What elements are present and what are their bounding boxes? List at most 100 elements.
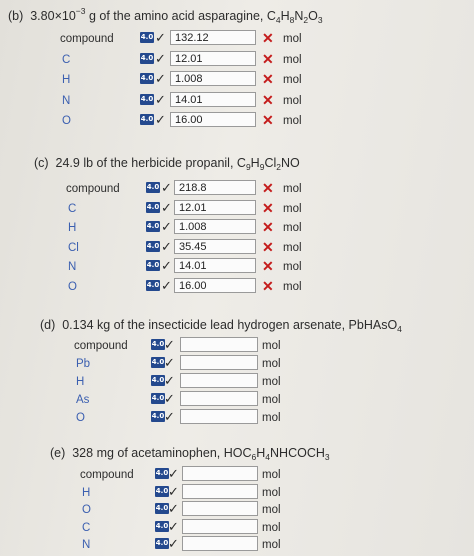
section-d-row: H 4.0 ✓ mol	[0, 373, 474, 391]
section-e-row: C 4.0 ✓ mol	[0, 518, 474, 537]
section-b-row: C 4.0 ✓ 12.01 ✕ mol	[0, 50, 474, 69]
section-d-title: (d) 0.134 kg of the insecticide lead hyd…	[40, 318, 402, 334]
check-icon: ✓	[161, 277, 172, 293]
section-e-unit-label: mol	[262, 521, 281, 534]
worksheet-page: (b) 3.80×10−3 g of the amino acid aspara…	[0, 0, 474, 556]
incorrect-icon: ✕	[262, 258, 274, 274]
section-e-description: 328 mg of acetaminophen, HOC6H4NHCOCH3	[72, 446, 330, 462]
version-badge-icon: 4.0	[155, 485, 169, 497]
check-icon: ✓	[155, 71, 166, 86]
section-d-molar-mass-input[interactable]	[180, 355, 258, 370]
section-d-row: compound 4.0 ✓ mol	[0, 337, 474, 355]
section-e-row: compound 4.0 ✓ mol	[0, 466, 474, 484]
section-b-row: compound 4.0 ✓ 132.12 ✕ mol	[0, 30, 474, 48]
incorrect-icon: ✕	[262, 30, 274, 46]
section-c-unit-label: mol	[283, 261, 302, 273]
section-b-molar-mass-input[interactable]: 12.01	[170, 50, 256, 66]
check-icon: ✓	[161, 258, 172, 273]
section-c-row: O 4.0 ✓ 16.00 ✕ mol	[0, 277, 474, 296]
check-icon: ✓	[161, 180, 172, 195]
section-d-molar-mass-input[interactable]	[180, 391, 258, 406]
incorrect-icon: ✕	[262, 180, 274, 196]
section-b-molar-mass-input[interactable]: 14.01	[170, 91, 256, 107]
section-b-row: N 4.0 ✓ 14.01 ✕ mol	[0, 91, 474, 110]
section-b-unit-label: mol	[283, 53, 302, 66]
incorrect-icon: ✕	[262, 50, 274, 67]
version-badge-icon: 4.0	[151, 411, 165, 422]
section-d-molar-mass-input[interactable]	[180, 337, 258, 352]
section-e-row: N 4.0 ✓ mol	[0, 536, 474, 554]
version-badge-icon: 4.0	[151, 375, 165, 386]
check-icon: ✓	[164, 355, 175, 370]
section-b-row: H 4.0 ✓ 1.008 ✕ mol	[0, 71, 474, 89]
section-d-row: Pb 4.0 ✓ mol	[0, 355, 474, 373]
version-badge-icon: 4.0	[155, 538, 169, 549]
version-badge-icon: 4.0	[140, 32, 154, 43]
section-d-molar-mass-input[interactable]	[180, 409, 258, 424]
incorrect-icon: ✕	[262, 71, 274, 87]
section-e-molar-mass-input[interactable]	[182, 483, 258, 499]
section-b-molar-mass-input[interactable]: 16.00	[170, 112, 256, 127]
check-icon: ✓	[164, 337, 175, 352]
check-icon: ✓	[155, 91, 166, 107]
version-badge-icon: 4.0	[155, 503, 169, 514]
section-e-title: (e) 328 mg of acetaminophen, HOC6H4NHCOC…	[50, 446, 330, 462]
section-e-molar-mass-input[interactable]	[182, 518, 258, 534]
section-d-unit-label: mol	[262, 394, 281, 406]
check-icon: ✓	[161, 238, 172, 254]
section-e-row-label: compound	[80, 469, 134, 481]
section-c-molar-mass-input[interactable]: 14.01	[174, 258, 256, 273]
section-d-molar-mass-input[interactable]	[180, 373, 258, 388]
incorrect-icon: ✕	[262, 91, 274, 108]
incorrect-icon: ✕	[262, 238, 274, 255]
section-c-molar-mass-input[interactable]: 35.45	[174, 238, 256, 254]
section-c-molar-mass-input[interactable]: 218.8	[174, 180, 256, 195]
section-c-molar-mass-input[interactable]: 12.01	[174, 199, 256, 215]
section-c-unit-label: mol	[283, 241, 302, 254]
section-d-row-label: As	[76, 394, 90, 406]
check-icon: ✓	[161, 199, 172, 215]
section-e-unit-label: mol	[262, 486, 281, 499]
version-badge-icon: 4.0	[155, 468, 169, 479]
section-b-unit-label: mol	[283, 74, 302, 86]
section-b-mass: 3.80×10	[30, 9, 76, 23]
section-c-row-label: compound	[66, 183, 120, 195]
check-icon: ✓	[155, 112, 166, 127]
section-e-molar-mass-input[interactable]	[182, 466, 258, 481]
section-d-row-label: compound	[74, 340, 128, 352]
version-badge-icon: 4.0	[146, 260, 160, 271]
section-b-row-label: N	[62, 94, 71, 107]
section-b-molar-mass-input[interactable]: 1.008	[170, 71, 256, 86]
section-c-row: Cl 4.0 ✓ 35.45 ✕ mol	[0, 238, 474, 257]
section-c-molar-mass-input[interactable]: 16.00	[174, 277, 256, 293]
version-badge-icon: 4.0	[151, 339, 165, 350]
section-e-molar-mass-input[interactable]	[182, 501, 258, 516]
section-b-unit-label: mol	[283, 33, 302, 45]
section-c-molar-mass-input[interactable]: 1.008	[174, 219, 256, 234]
section-b-description: g of the amino acid asparagine, C	[88, 9, 276, 23]
section-b-molar-mass-input[interactable]: 132.12	[170, 30, 256, 45]
incorrect-icon: ✕	[262, 112, 274, 128]
version-badge-icon: 4.0	[146, 221, 160, 232]
section-b-row-label: C	[62, 53, 71, 66]
section-b-title: (b) 3.80×10−3 g of the amino acid aspara…	[8, 6, 323, 25]
section-e-molar-mass-input[interactable]	[182, 536, 258, 551]
section-d-row: O 4.0 ✓ mol	[0, 409, 474, 427]
version-badge-icon: 4.0	[146, 240, 160, 252]
section-c-unit-label: mol	[283, 280, 302, 293]
section-e-row-label: C	[82, 521, 91, 534]
section-b-row-label: compound	[60, 33, 114, 45]
section-b-row-label: O	[62, 115, 71, 127]
section-e-unit-label: mol	[262, 469, 281, 481]
version-badge-icon: 4.0	[155, 520, 169, 532]
section-e-unit-label: mol	[262, 539, 281, 551]
section-d-row-label: Pb	[76, 358, 91, 370]
section-c-row-label: N	[68, 261, 77, 273]
check-icon: ✓	[155, 50, 166, 66]
section-e-letter: (e)	[50, 446, 66, 460]
check-icon: ✓	[164, 391, 175, 406]
section-e-row-label: O	[82, 504, 91, 516]
section-e-row-label: H	[82, 486, 91, 499]
section-d-unit-label: mol	[262, 358, 281, 370]
section-c-row: H 4.0 ✓ 1.008 ✕ mol	[0, 219, 474, 237]
